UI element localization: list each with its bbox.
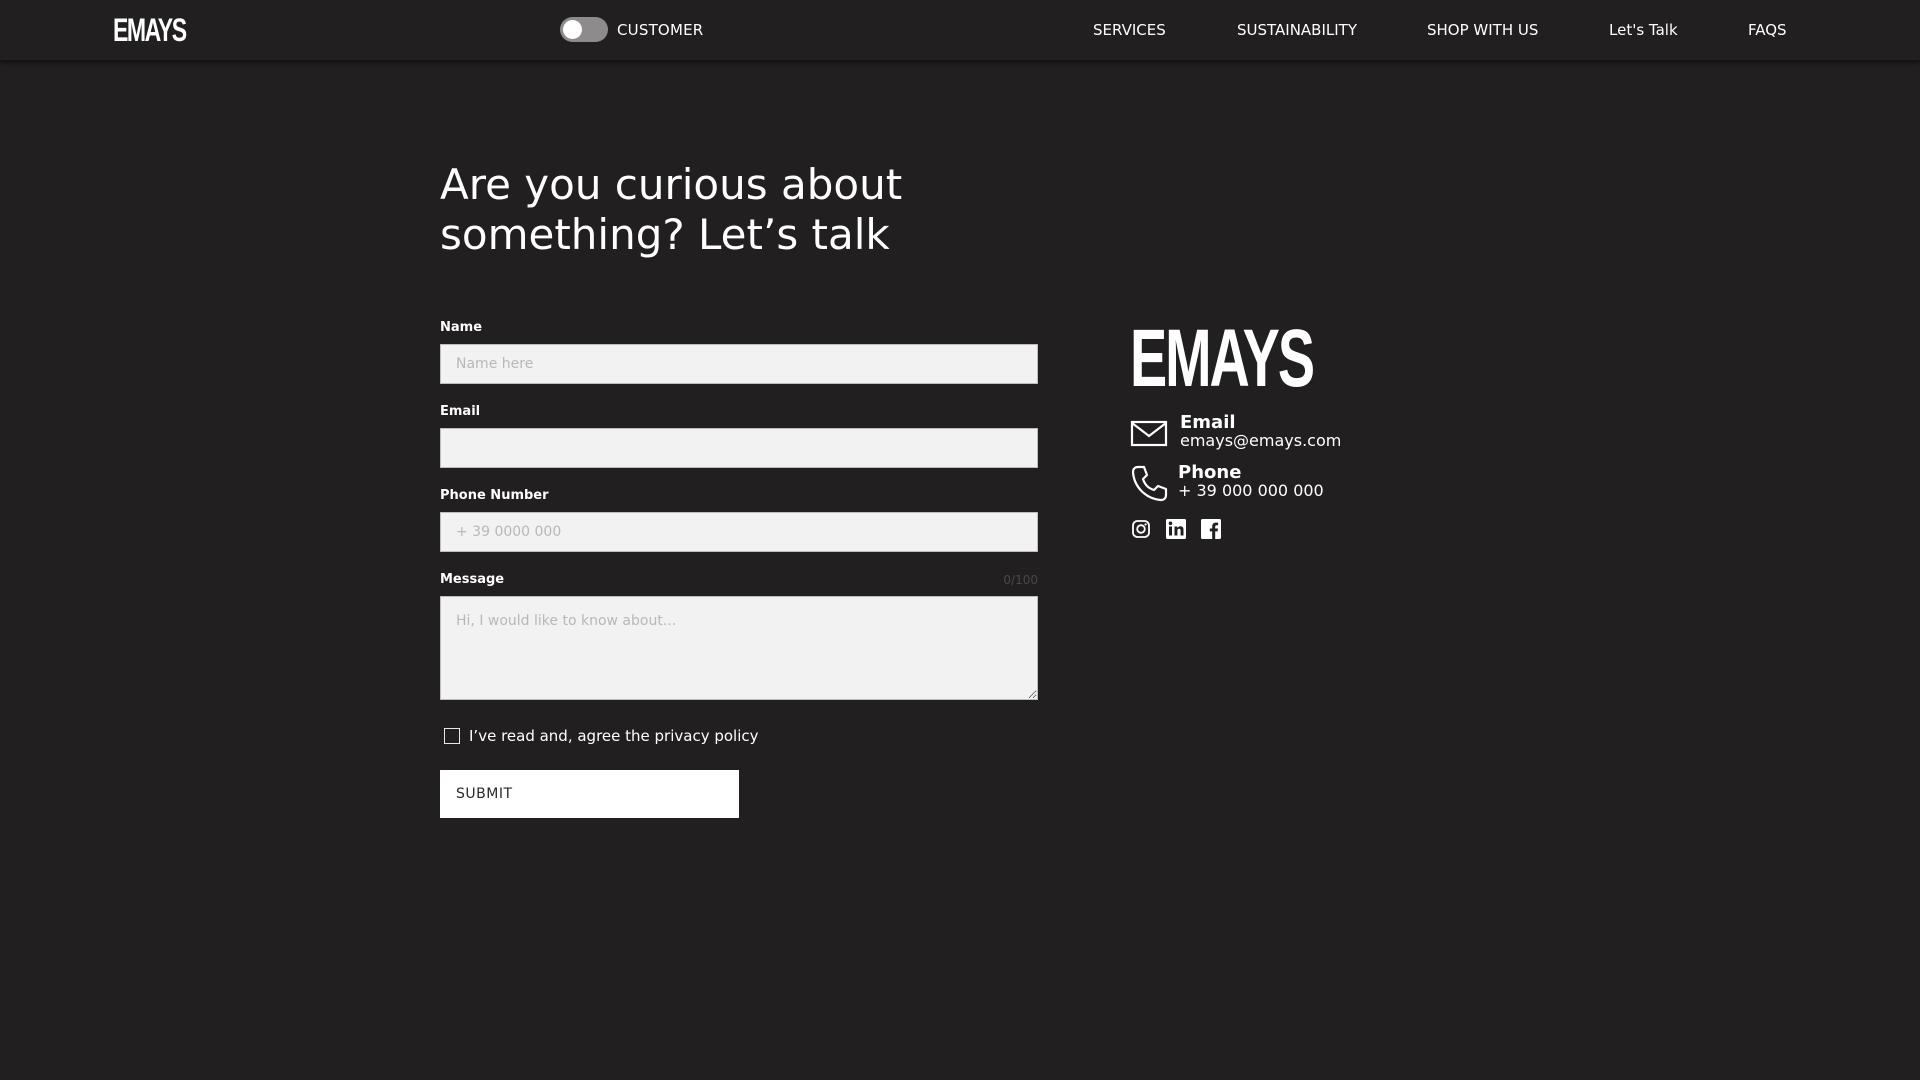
customer-toggle-switch[interactable] [560, 17, 608, 42]
linkedin-icon[interactable] [1165, 518, 1187, 540]
page: EMAYS CUSTOMER SERVICES SUSTAINABILITY S… [0, 0, 1920, 1080]
nav-lets-talk[interactable]: Let's Talk [1609, 21, 1678, 39]
top-navbar: EMAYS CUSTOMER SERVICES SUSTAINABILITY S… [0, 0, 1920, 61]
contact-email: Email emays@emays.com [1130, 414, 1341, 452]
instagram-icon[interactable] [1130, 518, 1152, 540]
page-title-line-2: something? Let’s talk [440, 210, 890, 259]
nav-services[interactable]: SERVICES [1093, 21, 1166, 39]
contact-logo: EMAYS [1130, 313, 1315, 404]
toggle-label: CUSTOMER [617, 20, 704, 39]
message-char-count: 0/100 [1003, 573, 1038, 587]
nav-sustainability[interactable]: SUSTAINABILITY [1237, 21, 1357, 39]
message-label: Message [440, 572, 505, 587]
message-textarea[interactable] [440, 596, 1038, 700]
submit-button[interactable]: SUBMIT [440, 770, 739, 818]
contact-phone-text: Phone + 39 000 000 000 [1178, 464, 1324, 500]
header-logo[interactable]: EMAYS [113, 14, 187, 46]
nav-shop-with-us[interactable]: SHOP WITH US [1427, 21, 1538, 39]
email-title: Email [1180, 412, 1236, 433]
phone-label: Phone Number [440, 488, 549, 503]
email-label: Email [440, 404, 481, 419]
toggle-knob [563, 20, 582, 39]
phone-input[interactable] [440, 512, 1038, 552]
phone-icon [1131, 465, 1168, 502]
page-title-line-1: Are you curious about [440, 160, 903, 209]
email-value[interactable]: emays@emays.com [1180, 432, 1341, 450]
nav-faqs[interactable]: FAQS [1748, 21, 1787, 39]
contact-phone: Phone + 39 000 000 000 [1130, 464, 1324, 502]
envelope-icon [1130, 420, 1168, 447]
privacy-checkbox[interactable] [444, 728, 460, 744]
privacy-consent: I’ve read and, agree the privacy policy [444, 727, 759, 745]
facebook-icon[interactable] [1200, 518, 1222, 540]
privacy-label[interactable]: I’ve read and, agree the privacy policy [469, 727, 759, 745]
email-input[interactable] [440, 428, 1038, 468]
name-label: Name [440, 320, 483, 335]
customer-toggle: CUSTOMER [560, 17, 703, 42]
phone-value[interactable]: + 39 000 000 000 [1178, 482, 1324, 500]
phone-title: Phone [1178, 462, 1242, 483]
social-links [1130, 518, 1235, 540]
contact-email-text: Email emays@emays.com [1180, 414, 1341, 450]
page-title: Are you curious about something? Let’s t… [440, 160, 1060, 260]
name-input[interactable] [440, 344, 1038, 384]
